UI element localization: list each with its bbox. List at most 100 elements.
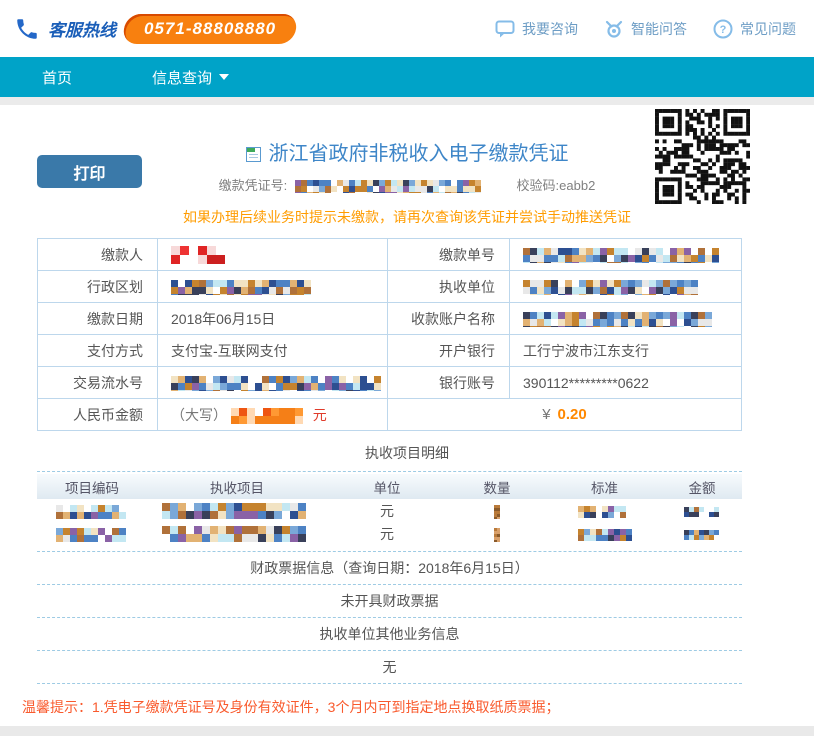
payer-redacted [171,246,229,264]
nav-home-label: 首页 [42,67,72,88]
item-std-cell [547,503,662,519]
voucher-number-label: 缴款凭证号: [219,178,288,193]
question-icon: ? [713,19,733,39]
pay-date-label: 缴款日期 [38,303,158,335]
pay-method-label: 支付方式 [38,335,158,367]
bank-account-label: 银行账号 [388,367,510,399]
items-section-title: 执收项目明细 [0,431,814,471]
table-row: 元 [37,499,742,522]
item-qty-cell [447,502,547,518]
other-business-title: 执收单位其他业务信息 [37,618,742,651]
col-item-name: 执收项目 [147,477,327,497]
amount-capital-suffix: 元 [313,407,327,423]
nav-info-query[interactable]: 信息查询 [132,67,249,88]
chat-icon [495,19,515,39]
item-qty-cell [447,525,547,541]
col-standard: 标准 [547,477,662,497]
agency-redacted [523,280,699,295]
payment-info-table: 缴款人 缴款单号 行政区划 执收单位 缴款日期 2018年06月15日 收款账户… [37,238,742,431]
page-gap [0,97,814,105]
voucher-number-redacted [295,180,481,193]
fiscal-invoice-status: 未开具财政票据 [37,585,742,618]
account-name-label: 收款账户名称 [388,303,510,335]
agency-value [510,271,742,303]
item-name-redacted [162,526,312,542]
certificate-header: 打印 浙江省政府非税收入电子缴款凭证 缴款凭证号: 校验码:eabb2 如果办理… [0,105,814,238]
link-smart-qa-label: 智能问答 [631,19,687,39]
items-table-header: 项目编码 执收项目 单位 数量 标准 金额 [37,474,742,499]
fiscal-invoice-title: 财政票据信息（查询日期：2018年6月15日） [37,552,742,585]
link-faq[interactable]: ? 常见问题 [713,19,796,39]
check-code-label: 校验码: [517,178,560,193]
phone-icon [14,16,40,42]
item-code-redacted [56,505,128,519]
item-amt-cell [662,503,742,519]
page-title: 浙江省政府非税收入电子缴款凭证 [269,143,569,165]
table-row: 缴款人 缴款单号 [38,239,742,271]
qr-code [655,109,750,204]
robot-icon [604,19,624,39]
item-std-redacted [578,529,632,541]
svg-text:?: ? [720,24,727,36]
item-name-cell [147,525,327,542]
serial-redacted [171,376,387,391]
item-amt-redacted [684,507,720,517]
pay-method-value: 支付宝-互联网支付 [158,335,388,367]
item-amt-cell [662,526,742,542]
amount-numeric-cell: ¥ 0.20 [388,399,742,431]
items-table: 项目编码 执收项目 单位 数量 标准 金额 元 元 [37,471,742,552]
print-button[interactable]: 打印 [37,155,142,188]
pay-date-value: 2018年06月15日 [158,303,388,335]
col-item-code: 项目编码 [37,477,147,497]
serial-value [158,367,388,399]
item-std-cell [547,526,662,542]
link-consult-label: 我要咨询 [522,19,578,39]
col-quantity: 数量 [447,477,547,497]
pay-order-redacted [523,248,719,263]
item-name-cell [147,502,327,519]
table-row: 缴款日期 2018年06月15日 收款账户名称 [38,303,742,335]
main-nav: 首页 信息查询 [0,57,814,97]
pay-order-label: 缴款单号 [388,239,510,271]
hotline: 客服热线 0571-88808880 [14,14,296,44]
account-name-redacted [523,312,713,327]
col-amount: 金额 [662,477,742,497]
bank-account-value: 390112*********0622 [510,367,742,399]
col-unit: 单位 [327,477,447,497]
hotline-label: 客服热线 [48,16,116,41]
item-amt-redacted [684,530,720,540]
item-unit-cell: 元 [327,524,447,544]
region-redacted [171,280,311,295]
item-name-redacted [162,503,312,519]
footer-strip [0,726,814,736]
agency-label: 执收单位 [388,271,510,303]
item-std-redacted [578,506,632,518]
link-consult[interactable]: 我要咨询 [495,19,578,39]
link-smart-qa[interactable]: 智能问答 [604,19,687,39]
nav-home[interactable]: 首页 [22,67,92,88]
payer-label: 缴款人 [38,239,158,271]
nav-info-query-label: 信息查询 [152,67,212,88]
table-row: 交易流水号 银行账号 390112*********0622 [38,367,742,399]
pay-order-value [510,239,742,271]
table-row: 元 [37,522,742,545]
warm-tip-text: 温馨提示：1.凭电子缴款凭证号及身份有效证件，3个月内可到指定地点换取纸质票据； [0,684,814,717]
region-value [158,271,388,303]
table-row: 行政区划 执收单位 [38,271,742,303]
top-links: 我要咨询 智能问答 ? 常见问题 [495,19,796,39]
amount-capital-redacted [231,408,303,424]
link-faq-label: 常见问题 [740,19,796,39]
amount-capital-prefix: （大写） [171,407,227,423]
region-label: 行政区划 [38,271,158,303]
amount-capital-cell: （大写） 元 [158,399,388,431]
bank-label: 开户银行 [388,335,510,367]
chevron-down-icon [219,74,229,80]
other-business-value: 无 [37,651,742,684]
hotline-number-badge: 0571-88808880 [122,14,298,44]
item-unit-cell: 元 [327,501,447,521]
certificate-panel: 打印 浙江省政府非税收入电子缴款凭证 缴款凭证号: 校验码:eabb2 如果办理… [0,105,814,726]
account-name-value [510,303,742,335]
amount-value: 0.20 [558,406,587,423]
item-code-cell [37,502,147,518]
top-header: 客服热线 0571-88808880 我要咨询 智能问答 ? [0,0,814,57]
